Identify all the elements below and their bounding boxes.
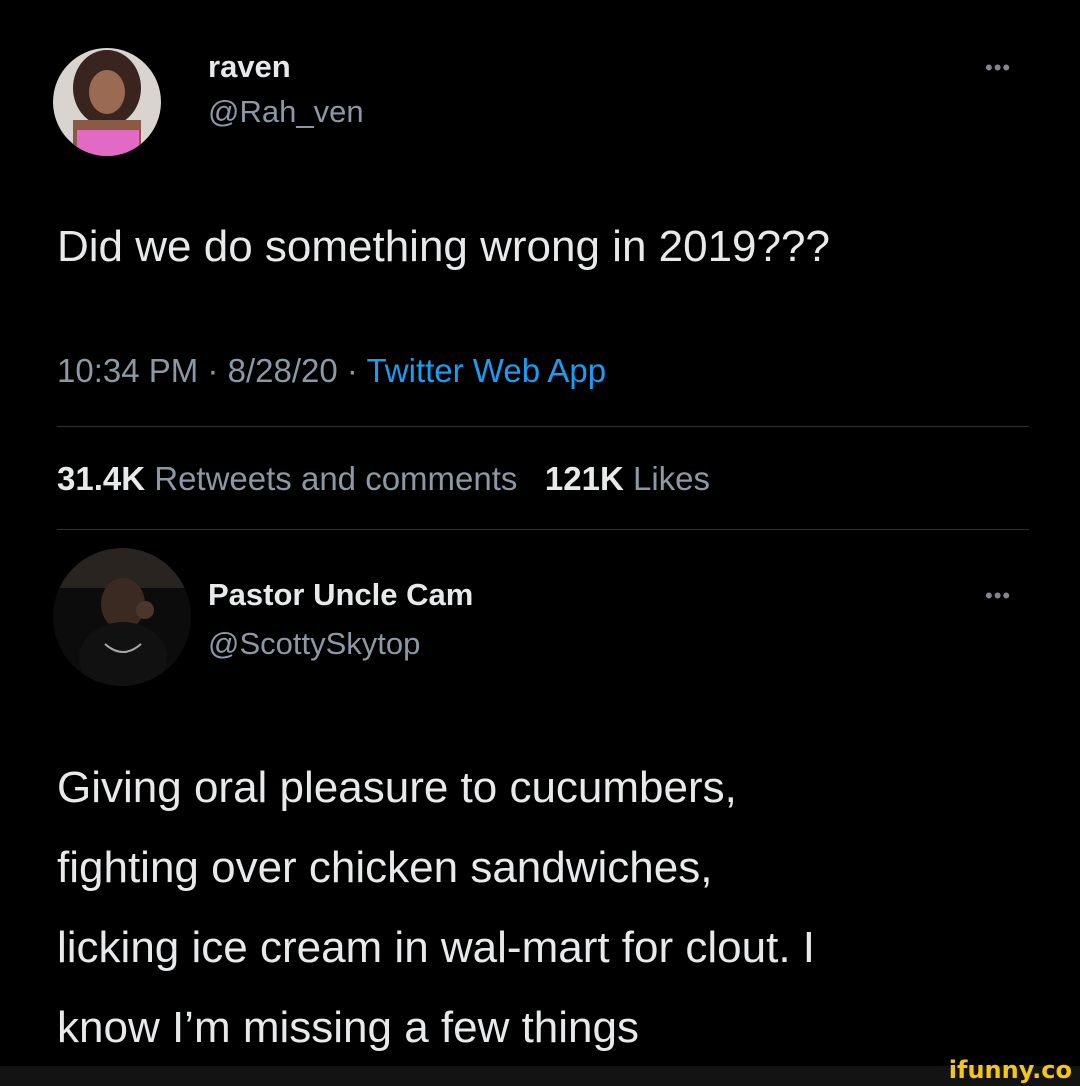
likes-count: 121K [544,460,624,497]
reply-author-name[interactable]: Pastor Uncle Cam [208,577,473,613]
more-icon[interactable]: ••• [985,57,1011,79]
author-name[interactable]: raven [208,49,291,85]
meta-separator: · [346,352,358,389]
likes-stat[interactable]: 121K Likes [545,460,710,497]
reply-text: Giving oral pleasure to cucumbers, fight… [57,748,815,1068]
avatar-image [53,548,191,686]
tweet-source-link[interactable]: Twitter Web App [366,352,606,389]
likes-label: Likes [632,460,711,497]
tweet-text: Did we do something wrong in 2019??? [57,222,830,271]
reply-text-line: licking ice cream in wal-mart for clout.… [57,923,815,972]
watermark-bar [0,1066,1080,1086]
watermark-logo: ifunny.co [948,1056,1072,1084]
reply-text-line: Giving oral pleasure to cucumbers, [57,763,737,812]
reply-author-handle[interactable]: @ScottySkytop [208,626,420,662]
divider [57,529,1029,530]
reply-text-line: fighting over chicken sandwiches, [57,843,713,892]
tweet-time: 10:34 PM [57,352,199,389]
avatar-image [53,48,161,156]
avatar-raven[interactable] [53,48,161,156]
tweet-stats: 31.4K Retweets and comments 121K Likes [57,460,710,498]
divider [57,426,1029,427]
meta-separator: · [207,352,219,389]
retweets-stat[interactable]: 31.4K Retweets and comments [57,460,517,497]
retweets-label: Retweets and comments [154,460,518,497]
retweets-count: 31.4K [57,460,146,497]
author-handle[interactable]: @Rah_ven [208,94,364,130]
reply-text-line: know I’m missing a few things [57,1003,639,1052]
tweet-date[interactable]: 8/28/20 [228,352,338,389]
more-icon[interactable]: ••• [985,585,1011,607]
tweet-meta: 10:34 PM · 8/28/20 · Twitter Web App [57,352,606,390]
avatar-pastor-uncle-cam[interactable] [53,548,191,686]
